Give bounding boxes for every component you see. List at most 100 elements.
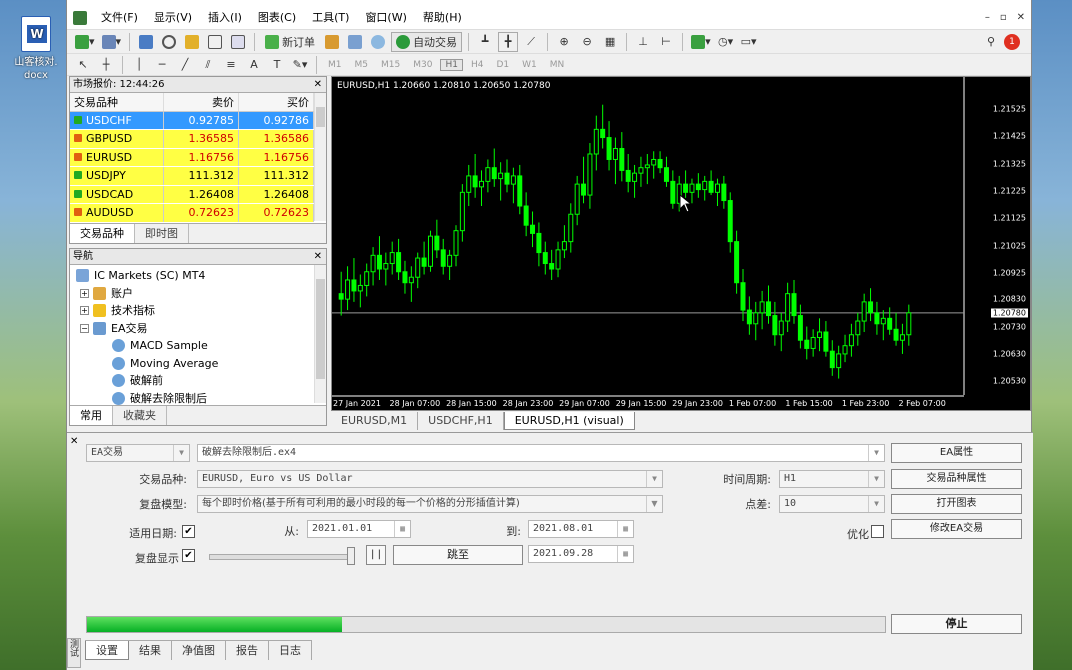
tab-settings[interactable]: 设置	[85, 641, 129, 660]
optimize-checkbox[interactable]	[871, 525, 884, 538]
tree-item-macd-sample[interactable]: MACD Sample	[76, 337, 326, 355]
periods-icon[interactable]: ◷▾	[716, 32, 736, 52]
fibonacci-icon[interactable]: ≡	[221, 55, 241, 75]
timeframe-m30[interactable]: M30	[408, 59, 437, 71]
line-chart-icon[interactable]: ⟋	[521, 32, 541, 52]
chart-tab-usdchf-h1[interactable]: USDCHF,H1	[418, 412, 504, 430]
arrows-icon[interactable]: ✎▾	[290, 55, 310, 75]
tab-graph[interactable]: 净值图	[172, 641, 226, 660]
menu-view[interactable]: 显示(V)	[146, 6, 200, 30]
speed-slider[interactable]	[209, 554, 353, 560]
zoom-in-icon[interactable]: ⊕	[554, 32, 574, 52]
terminal-icon[interactable]	[205, 32, 225, 52]
menu-charts[interactable]: 图表(C)	[250, 6, 304, 30]
modify-expert-button[interactable]: 修改EA交易	[891, 519, 1022, 539]
zoom-out-icon[interactable]: ⊖	[577, 32, 597, 52]
menu-insert[interactable]: 插入(I)	[200, 6, 250, 30]
col-symbol[interactable]: 交易品种	[70, 93, 165, 112]
crosshair-icon[interactable]: ┼	[96, 55, 116, 75]
scroll-thumb[interactable]	[316, 279, 325, 379]
indicators-icon[interactable]: ▾	[689, 32, 713, 52]
navigator-scrollbar[interactable]	[314, 265, 326, 403]
trendline-icon[interactable]: ╱	[175, 55, 195, 75]
table-row[interactable]: USDJPY 111.312 111.312	[70, 166, 314, 186]
chart-tab-eurusd-m1[interactable]: EURUSD,M1	[331, 412, 419, 430]
to-date-field[interactable]: 2021.08.01 ▦	[528, 520, 634, 538]
mode-select[interactable]: EA交易 ▼	[86, 444, 190, 462]
symbol-properties-button[interactable]: 交易品种属性	[891, 469, 1022, 489]
menu-tools[interactable]: 工具(T)	[304, 6, 357, 30]
tree-item-experts[interactable]: − EA交易	[76, 320, 326, 338]
spread-select[interactable]: 10 ▼	[779, 495, 885, 513]
tab-journal[interactable]: 日志	[269, 641, 312, 660]
candlestick-icon[interactable]: ╋	[498, 31, 519, 52]
open-chart-button[interactable]: 打开图表	[891, 494, 1022, 514]
stop-button[interactable]: 停止	[891, 614, 1022, 634]
timeframe-m15[interactable]: M15	[376, 59, 405, 71]
tile-windows-icon[interactable]: ▦	[600, 32, 620, 52]
auto-scroll-icon[interactable]: ⊢	[656, 32, 676, 52]
text-label-icon[interactable]: T	[267, 55, 287, 75]
market-icon[interactable]	[368, 32, 388, 52]
tab-common[interactable]: 常用	[70, 406, 113, 425]
price-chart[interactable]: EURUSD,H1 1.20660 1.20810 1.20650 1.2078…	[331, 76, 1031, 411]
chart-tab-eurusd-h1-visual[interactable]: EURUSD,H1 (visual)	[503, 412, 635, 430]
timeframe-mn[interactable]: MN	[545, 59, 570, 71]
search-icon[interactable]: ⚲	[981, 32, 1001, 52]
restore-icon[interactable]: ▫	[1000, 12, 1007, 23]
tab-symbols[interactable]: 交易品种	[70, 224, 135, 243]
timeframe-d1[interactable]: D1	[491, 59, 514, 71]
tab-favorites[interactable]: 收藏夹	[113, 406, 167, 425]
desktop-file-icon[interactable]: 山客核对. docx	[14, 16, 58, 82]
from-date-field[interactable]: 2021.01.01 ▦	[307, 520, 411, 538]
collapse-icon[interactable]: −	[80, 323, 89, 333]
templates-icon[interactable]: ▭▾	[739, 32, 759, 52]
visual-mode-checkbox[interactable]: ✔	[182, 549, 195, 562]
close-icon[interactable]: ✕	[70, 436, 78, 447]
expert-select[interactable]: 破解去除限制后.ex4 ▼	[197, 444, 885, 462]
col-ask[interactable]: 买价	[238, 93, 314, 112]
profiles-icon[interactable]: ▾	[100, 32, 124, 52]
table-row[interactable]: USDCHF 0.92785 0.92786	[70, 111, 314, 130]
table-row[interactable]: AUDUSD 0.72623 0.72623	[70, 203, 314, 223]
tab-report[interactable]: 报告	[226, 641, 269, 660]
navigator-icon[interactable]	[182, 32, 202, 52]
table-row[interactable]: USDCAD 1.26408 1.26408	[70, 185, 314, 204]
use-date-checkbox[interactable]: ✔	[182, 525, 195, 538]
model-select[interactable]: 每个即时价格(基于所有可利用的最小时段的每一个价格的分形插值计算) ▼	[197, 495, 663, 513]
timeframe-h1[interactable]: H1	[440, 58, 463, 71]
quotes-scrollbar[interactable]	[314, 93, 326, 221]
timeframe-h4[interactable]: H4	[466, 59, 489, 71]
menu-file[interactable]: 文件(F)	[93, 6, 146, 30]
period-select[interactable]: H1 ▼	[779, 470, 885, 488]
speed-slider-handle[interactable]	[347, 547, 355, 565]
text-icon[interactable]: A	[244, 55, 264, 75]
timeframe-m5[interactable]: M5	[350, 59, 374, 71]
tree-item-moving-average[interactable]: Moving Average	[76, 355, 326, 373]
timeframe-w1[interactable]: W1	[517, 59, 542, 71]
metaeditor-icon[interactable]	[322, 32, 342, 52]
close-icon[interactable]: ✕	[314, 249, 322, 264]
notification-icon[interactable]: 1	[1004, 33, 1020, 50]
calendar-icon[interactable]: ▦	[617, 521, 633, 537]
signals-icon[interactable]	[345, 32, 365, 52]
chart-shift-icon[interactable]: ⊥	[633, 32, 653, 52]
timeframe-m1[interactable]: M1	[323, 59, 347, 71]
close-icon[interactable]: ✕	[1017, 12, 1025, 23]
table-row[interactable]: GBPUSD 1.36585 1.36586	[70, 129, 314, 149]
cursor-icon[interactable]: ↖	[73, 55, 93, 75]
new-order-button[interactable]: 新订单	[261, 32, 319, 52]
table-row[interactable]: EURUSD 1.16756 1.16756	[70, 148, 314, 167]
menu-help[interactable]: 帮助(H)	[415, 6, 470, 30]
expand-icon[interactable]: +	[80, 306, 89, 316]
minimize-icon[interactable]: –	[985, 12, 990, 23]
horizontal-line-icon[interactable]: ─	[152, 55, 172, 75]
symbol-select[interactable]: EURUSD, Euro vs US Dollar ▼	[197, 470, 663, 488]
skip-date-field[interactable]: 2021.09.28 ▦	[528, 545, 634, 563]
close-icon[interactable]: ✕	[314, 77, 322, 92]
tree-item-indicators[interactable]: + 技术指标	[76, 302, 326, 320]
bar-chart-icon[interactable]: ┻	[475, 32, 495, 52]
tab-tick-chart[interactable]: 即时图	[135, 224, 189, 243]
scroll-thumb[interactable]	[316, 107, 325, 127]
auto-trading-button[interactable]: 自动交易	[391, 31, 463, 52]
